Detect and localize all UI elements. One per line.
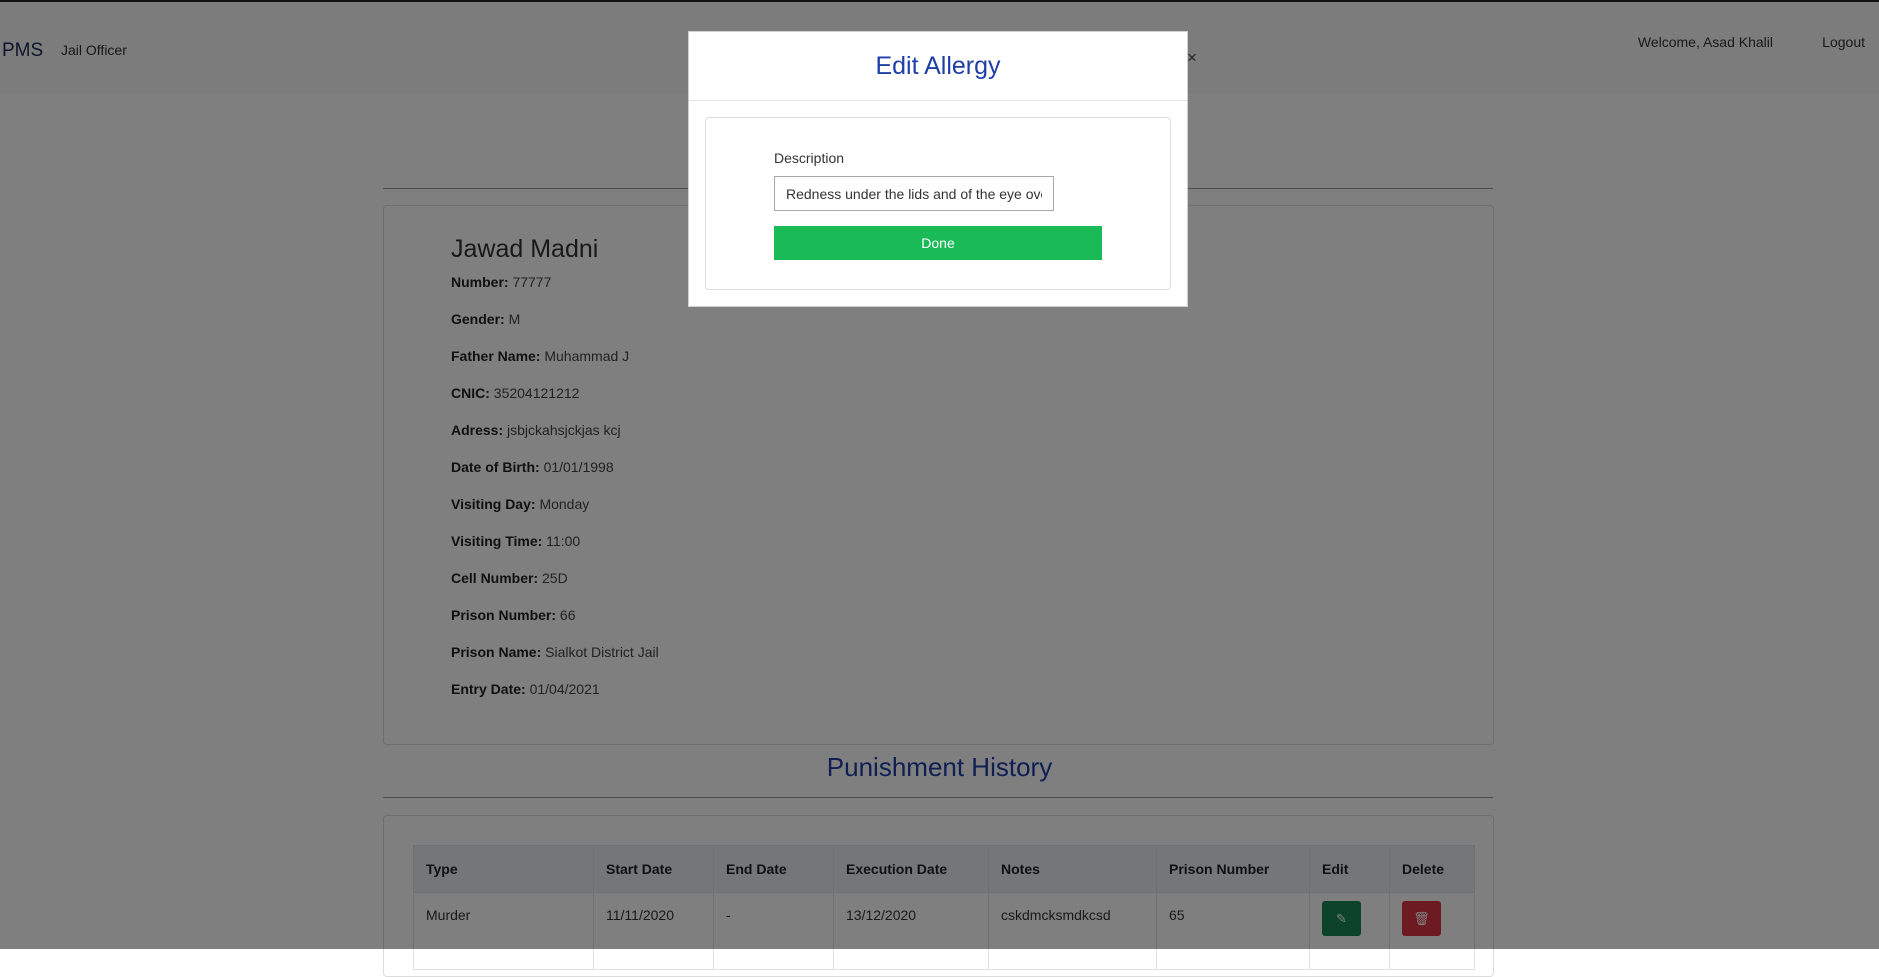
edit-allergy-modal: Edit Allergy Description Done bbox=[688, 31, 1188, 307]
close-icon[interactable]: × bbox=[1187, 49, 1197, 66]
description-input[interactable] bbox=[774, 176, 1054, 211]
done-button[interactable]: Done bbox=[774, 226, 1102, 260]
description-label: Description bbox=[774, 150, 845, 166]
modal-title: Edit Allergy bbox=[875, 52, 1001, 80]
modal-form-card: Description Done bbox=[705, 117, 1171, 290]
modal-header: Edit Allergy bbox=[689, 32, 1187, 101]
